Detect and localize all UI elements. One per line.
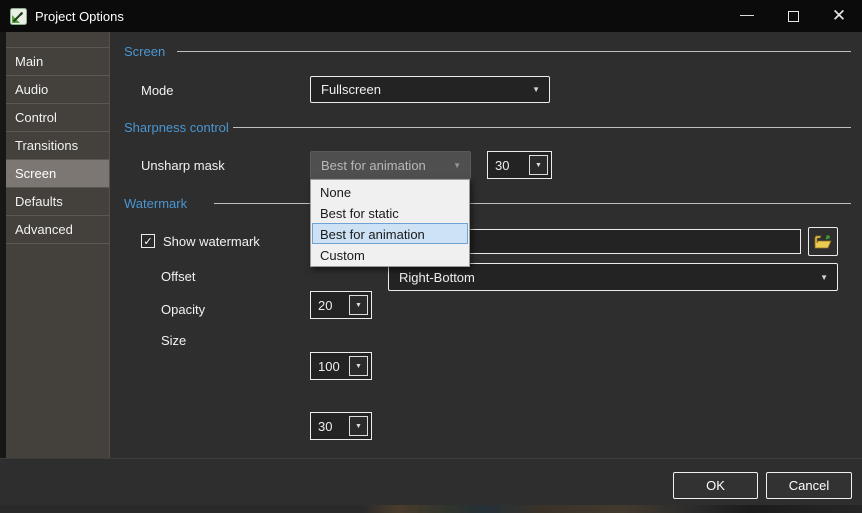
open-folder-icon <box>814 234 832 248</box>
browse-watermark-button[interactable] <box>808 227 838 256</box>
ok-button[interactable]: OK <box>673 472 758 499</box>
close-icon: ✕ <box>831 6 847 25</box>
chevron-down-icon: ▼ <box>532 85 540 94</box>
window-controls: — ✕ <box>724 0 862 32</box>
sidebar-item-audio[interactable]: Audio <box>6 76 109 104</box>
close-button[interactable]: ✕ <box>816 0 862 32</box>
dropdown-option-best-for-static[interactable]: Best for static <box>312 202 468 223</box>
section-title-sharpness: Sharpness control <box>124 120 229 135</box>
sidebar-panel: Main Audio Control Transitions Screen De… <box>6 32 110 458</box>
section-title-screen: Screen <box>124 44 166 59</box>
sidebar-item-advanced[interactable]: Advanced <box>6 216 109 244</box>
unsharp-amount-spinner[interactable]: 30 ▼ <box>487 151 552 179</box>
offset-spinner[interactable]: 20 ▼ <box>310 291 372 319</box>
dropdown-option-best-for-animation[interactable]: Best for animation <box>312 223 468 244</box>
opacity-label: Opacity <box>161 302 206 317</box>
spinner-dropdown-icon[interactable]: ▼ <box>529 155 548 175</box>
project-options-dialog: Project Options — ✕ Main Audio Control T… <box>0 0 862 505</box>
section-line-sharpness <box>233 127 851 128</box>
spinner-dropdown-icon[interactable]: ▼ <box>349 295 368 315</box>
mode-select[interactable]: Fullscreen ▼ <box>310 76 550 103</box>
chevron-down-icon: ▼ <box>820 272 828 282</box>
maximize-icon <box>787 10 799 22</box>
mode-label: Mode <box>141 83 174 98</box>
unsharp-mask-dropdown-list: None Best for static Best for animation … <box>310 179 470 267</box>
sidebar-item-transitions[interactable]: Transitions <box>6 132 109 160</box>
spinner-dropdown-icon[interactable]: ▼ <box>349 416 368 436</box>
opacity-spinner[interactable]: 100 ▼ <box>310 352 372 380</box>
cancel-button[interactable]: Cancel <box>766 472 852 499</box>
minimize-button[interactable]: — <box>724 0 770 32</box>
desktop-background-strip <box>0 505 862 513</box>
app-icon <box>10 7 27 25</box>
unsharp-mask-select[interactable]: Best for animation ▼ <box>310 151 471 179</box>
size-label: Size <box>161 333 187 348</box>
unsharp-mask-label: Unsharp mask <box>141 158 225 173</box>
sidebar-item-screen[interactable]: Screen <box>6 160 109 188</box>
chevron-down-icon: ▼ <box>453 160 461 170</box>
window-title: Project Options <box>35 8 124 24</box>
size-spinner[interactable]: 30 ▼ <box>310 412 372 440</box>
title-bar: Project Options — ✕ <box>0 0 862 32</box>
section-title-watermark: Watermark <box>124 196 188 211</box>
show-watermark-label: Show watermark <box>163 234 260 249</box>
dropdown-option-none[interactable]: None <box>312 181 468 202</box>
check-icon: ✓ <box>143 235 153 248</box>
section-line-screen <box>177 51 851 52</box>
maximize-button[interactable] <box>770 0 816 32</box>
show-watermark-checkbox[interactable]: ✓ <box>141 234 155 248</box>
sidebar-list: Main Audio Control Transitions Screen De… <box>6 47 109 244</box>
sidebar-item-control[interactable]: Control <box>6 104 109 132</box>
footer-divider <box>0 458 862 459</box>
sidebar-item-defaults[interactable]: Defaults <box>6 188 109 216</box>
offset-label: Offset <box>161 269 196 284</box>
dropdown-option-custom[interactable]: Custom <box>312 244 468 265</box>
spinner-dropdown-icon[interactable]: ▼ <box>349 356 368 376</box>
sidebar-item-main[interactable]: Main <box>6 48 109 76</box>
sidebar: Main Audio Control Transitions Screen De… <box>0 32 110 458</box>
watermark-position-select[interactable]: Right-Bottom ▼ <box>388 263 838 291</box>
